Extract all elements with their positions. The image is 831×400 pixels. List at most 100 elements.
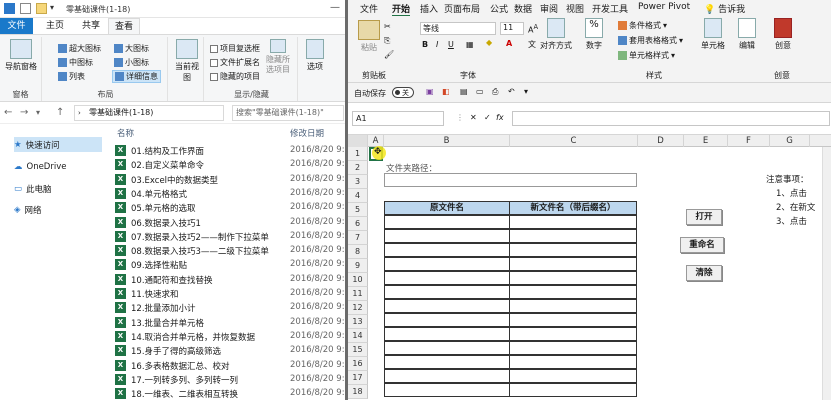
tab-review[interactable]: 审阅 (540, 2, 558, 15)
file-row[interactable]: X 02.自定义菜单命令 2016/8/20 9:1 (115, 158, 346, 172)
table-cell[interactable] (384, 369, 510, 383)
file-row[interactable]: X 07.数据录入技巧2——制作下拉菜单 2016/8/20 9:1 (115, 230, 346, 244)
row-header[interactable]: 4 (348, 189, 368, 203)
nav-item-this-pc[interactable]: ▭ 此电脑 (14, 181, 102, 196)
name-box[interactable]: A1 (352, 111, 444, 126)
cancel-icon[interactable]: ✕ (470, 113, 477, 122)
tab-power-pivot[interactable]: Power Pivot (638, 2, 690, 12)
row-header[interactable]: 9 (348, 259, 368, 273)
table-cell[interactable] (384, 229, 510, 243)
row-header[interactable]: 6 (348, 217, 368, 231)
tab-home[interactable]: 主页 (40, 18, 70, 34)
table-cell[interactable] (509, 215, 637, 229)
file-row[interactable]: X 16.多表格数据汇总、校对 2016/8/20 9:2 (115, 359, 346, 373)
back-icon[interactable]: ← (4, 107, 12, 118)
forward-icon[interactable]: → (20, 107, 28, 118)
row-header[interactable]: 13 (348, 315, 368, 329)
table-cell[interactable] (509, 327, 637, 341)
copy-icon[interactable]: ⎘ (384, 36, 390, 46)
table-cell[interactable] (509, 229, 637, 243)
recent-dropdown-icon[interactable]: ▾ (36, 108, 40, 117)
open-icon[interactable]: ▭ (476, 87, 484, 96)
row-header[interactable]: 5 (348, 203, 368, 217)
hidden-items-checkbox[interactable] (210, 72, 218, 81)
italic-icon[interactable]: I (436, 40, 438, 49)
tab-insert[interactable]: 插入 (420, 2, 438, 15)
file-row[interactable]: X 03.Excel中的数据类型 2016/8/20 9:1 (115, 173, 346, 187)
cell-style-button[interactable]: 单元格样式 ▾ (618, 50, 675, 61)
table-cell[interactable] (509, 383, 637, 397)
properties-icon[interactable] (20, 3, 31, 14)
paste-button[interactable]: 粘贴 (354, 20, 384, 53)
file-row[interactable]: X 15.身手了得的高级筛选 2016/8/20 9:2 (115, 344, 346, 358)
current-view-button[interactable]: 当前视图 (172, 39, 202, 83)
row-header[interactable]: 8 (348, 245, 368, 259)
editing-button[interactable]: 编辑 (734, 18, 760, 51)
function-icon[interactable]: fx (496, 113, 504, 122)
undo-icon[interactable]: ↶ (508, 87, 515, 96)
row-header[interactable]: 16 (348, 357, 368, 371)
tell-me-input[interactable]: 💡 告诉我 (704, 2, 745, 15)
table-cell[interactable] (384, 285, 510, 299)
hidden-items-option[interactable]: 隐藏的项目 (210, 71, 260, 82)
column-header-a[interactable]: A (368, 135, 384, 147)
nav-item-quick-access[interactable]: ★ 快速访问 (14, 137, 102, 152)
column-header-date[interactable]: 修改日期 (290, 127, 324, 139)
file-row[interactable]: X 04.单元格格式 2016/8/20 9:1 (115, 187, 346, 201)
row-header[interactable]: 10 (348, 273, 368, 287)
row-header[interactable]: 14 (348, 329, 368, 343)
new-folder-icon[interactable] (36, 3, 47, 14)
table-cell[interactable] (384, 327, 510, 341)
nav-item-onedrive[interactable]: ☁ OneDrive (14, 159, 102, 174)
row-header[interactable]: 17 (348, 371, 368, 385)
bold-icon[interactable]: B (422, 40, 428, 49)
tab-home[interactable]: 开始 (392, 2, 411, 17)
file-row[interactable]: X 06.数据录入技巧1 2016/8/20 9:1 (115, 216, 346, 230)
autosave-toggle[interactable]: 关 (392, 87, 414, 98)
row-header[interactable]: 11 (348, 287, 368, 301)
hide-selected-button[interactable]: 隐藏所选项目 (260, 39, 296, 75)
address-input[interactable]: › 零基础课件(1-18) (74, 105, 224, 121)
table-format-button[interactable]: 套用表格格式 ▾ (618, 35, 683, 46)
vertical-scrollbar[interactable] (822, 147, 831, 400)
header-new-name[interactable]: 新文件名（带后缀名） (509, 201, 637, 215)
file-row[interactable]: X 11.快速求和 2016/8/20 9:1 (115, 287, 346, 301)
border-icon[interactable]: ▦ (466, 40, 474, 49)
table-cell[interactable] (509, 271, 637, 285)
open-button[interactable]: 打开 (686, 209, 722, 225)
row-header[interactable]: 2 (348, 161, 368, 175)
item-checkbox-option[interactable]: 项目复选框 (210, 43, 260, 54)
minimize-icon[interactable]: — (330, 2, 340, 13)
column-header-d[interactable]: D (638, 135, 684, 147)
more-icon[interactable]: ⋮ (456, 113, 464, 122)
list-option[interactable]: 列表 (58, 71, 85, 82)
tab-data[interactable]: 数据 (514, 2, 532, 15)
file-row[interactable]: X 01.结构及工作界面 2016/8/20 9:1 (115, 144, 346, 158)
font-color-icon[interactable]: A (506, 39, 512, 48)
table-cell[interactable] (384, 355, 510, 369)
table-cell[interactable] (509, 355, 637, 369)
quick-print-icon[interactable]: ⎙ (492, 87, 498, 97)
nav-item-network[interactable]: ◈ 网络 (14, 202, 102, 217)
file-row[interactable]: X 05.单元格的选取 2016/8/20 9:1 (115, 201, 346, 215)
column-header-e[interactable]: E (684, 135, 728, 147)
tab-page-layout[interactable]: 页面布局 (444, 2, 480, 15)
tab-formulas[interactable]: 公式 (490, 2, 508, 15)
file-row[interactable]: X 12.批量添加小计 2016/8/20 9:1 (115, 301, 346, 315)
options-button[interactable]: 选项 (300, 39, 330, 72)
nav-pane-button[interactable]: 导航窗格 (4, 39, 38, 72)
details-option[interactable]: 详细信息 (112, 70, 161, 83)
row-header[interactable]: 12 (348, 301, 368, 315)
table-cell[interactable] (509, 341, 637, 355)
tab-file[interactable]: 文件 (360, 2, 378, 15)
item-checkbox[interactable] (210, 44, 218, 53)
table-cell[interactable] (509, 299, 637, 313)
worksheet-grid[interactable]: 1 2 3 4 5 6 7 8 9 10 11 12 13 14 15 16 17 18 ✥ 文件夹路径： 原文件… (348, 146, 831, 400)
column-header-c[interactable]: C (510, 135, 638, 147)
format-painter-icon[interactable]: 🖌 (384, 50, 394, 59)
table-cell[interactable] (384, 341, 510, 355)
large-icons-option[interactable]: 大图标 (114, 43, 149, 54)
ideas-button[interactable]: 创意 (770, 18, 796, 51)
table-cell[interactable] (509, 369, 637, 383)
tab-view[interactable]: 视图 (566, 2, 584, 15)
